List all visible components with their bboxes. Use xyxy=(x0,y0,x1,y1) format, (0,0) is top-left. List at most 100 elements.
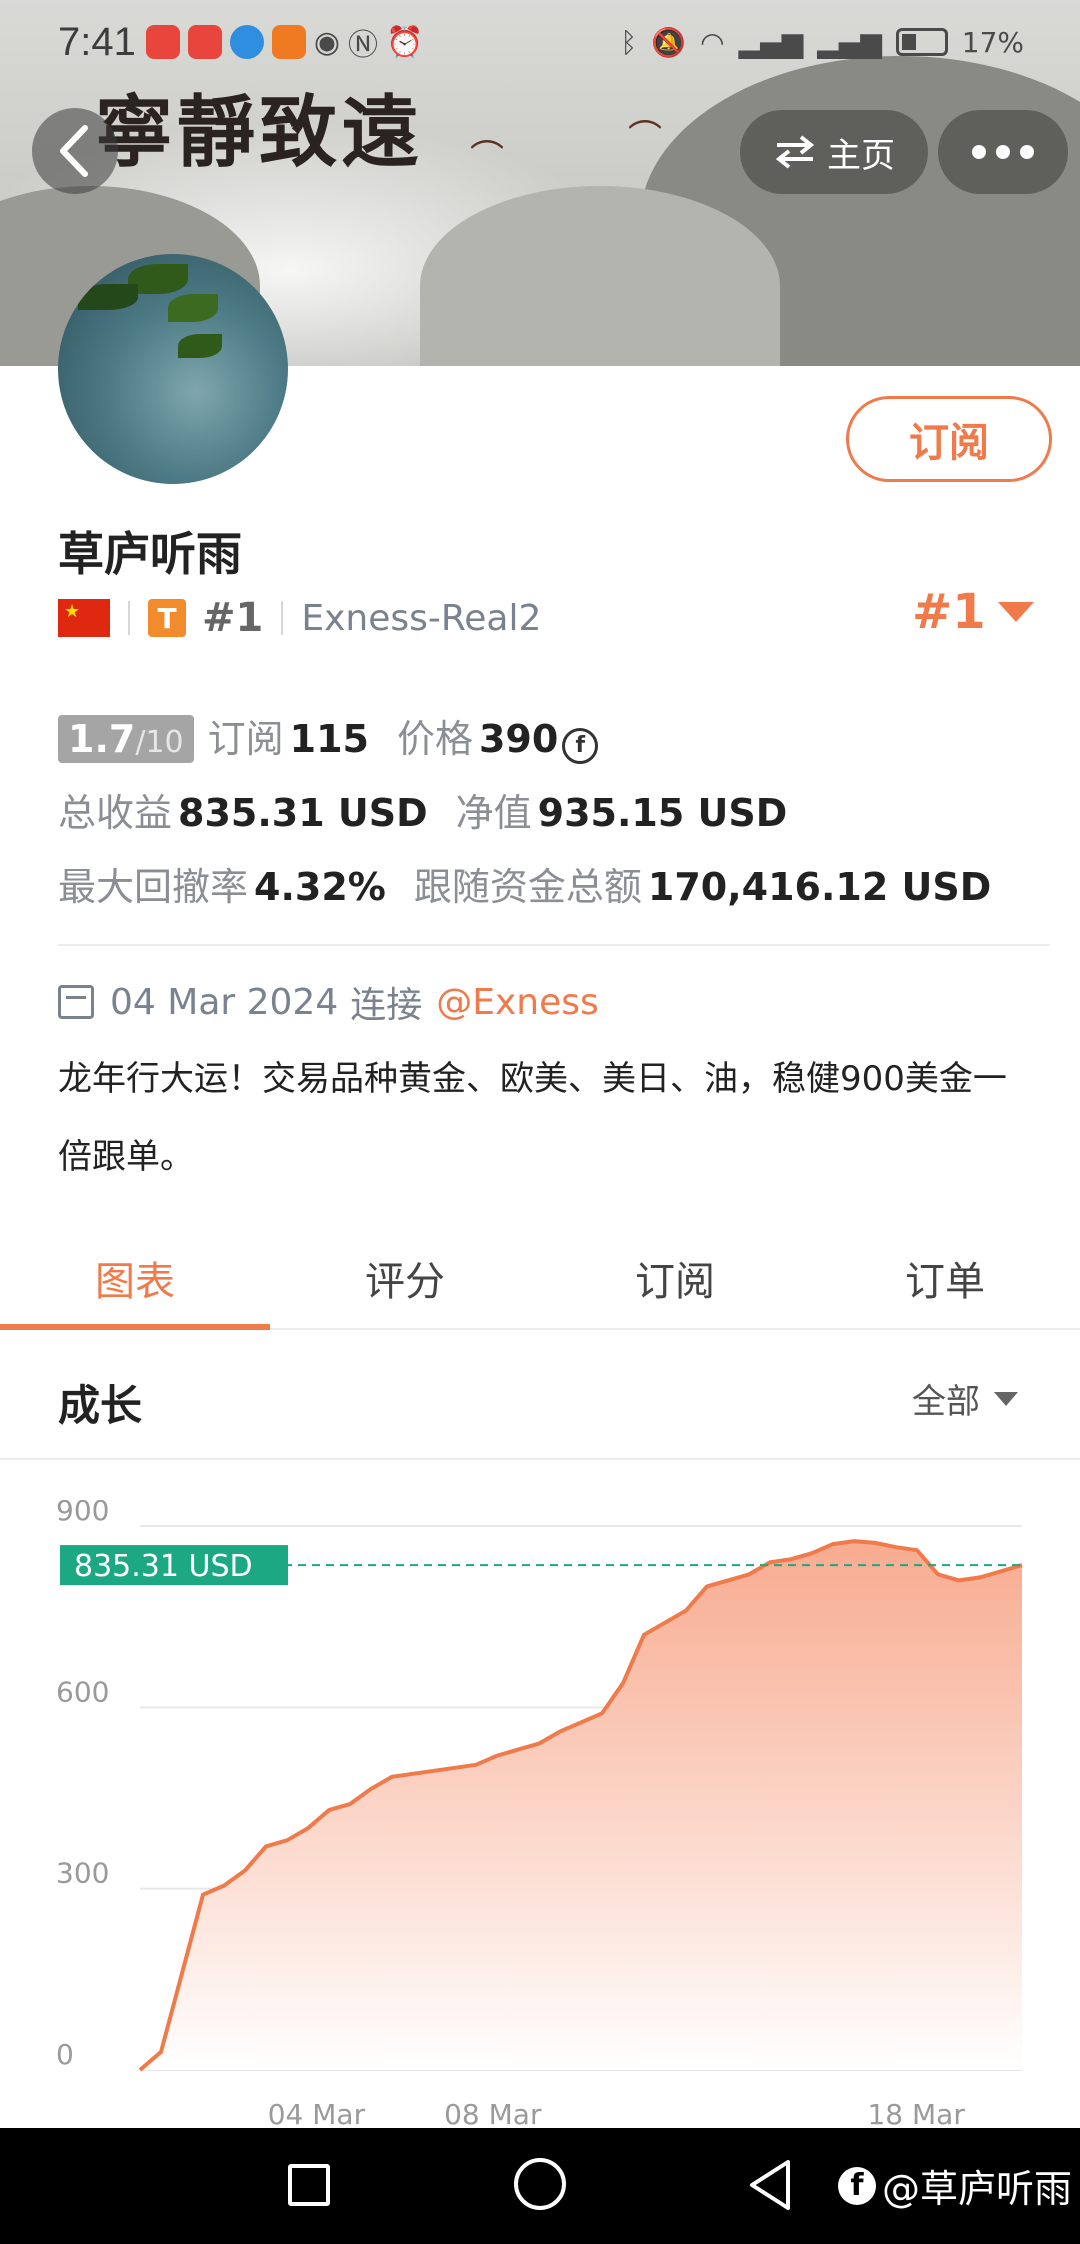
home-nav-button[interactable] xyxy=(514,2158,566,2210)
profile-meta: T #1 Exness-Real2 xyxy=(58,594,541,642)
recent-apps-button[interactable] xyxy=(288,2164,330,2206)
caret-down-icon xyxy=(997,602,1034,622)
huawei-app-icon xyxy=(187,25,222,59)
mute-icon: 🔕 xyxy=(651,25,687,59)
section-divider xyxy=(58,944,1050,946)
score-value: 1.7 xyxy=(68,717,136,761)
stat-line-3: 最大回撤率 4.32% 跟随资金总额 170,416.12 USD xyxy=(58,856,1048,930)
status-time: 7:41 xyxy=(58,19,136,64)
x-tick-label: 04 Mar xyxy=(268,2098,366,2130)
x-tick-label: 08 Mar xyxy=(444,2098,542,2130)
broker-account: Exness-Real2 xyxy=(301,597,542,639)
app-icon xyxy=(271,25,306,59)
watermark-text: @草庐听雨 xyxy=(882,2167,1073,2211)
connect-text: 连接 xyxy=(350,985,423,1026)
status-bar: 7:41 ◉ Ⓝ ⏰ ᛒ 🔕 ◠ ▂▄▆ ▂▄▆ 17% xyxy=(0,0,1080,84)
dot xyxy=(996,145,1010,159)
broker-link[interactable]: @Exness xyxy=(436,982,599,1023)
calendar-icon xyxy=(58,985,94,1019)
battery-percent: 17% xyxy=(961,25,1024,59)
total-profit-value: 835.31 USD xyxy=(178,791,428,835)
current-value-label: 835.31 USD xyxy=(74,1549,253,1584)
max-drawdown-label: 最大回撤率 xyxy=(58,865,249,909)
facebook-icon: f xyxy=(838,2166,876,2205)
signal-icon: ▂▄▆ xyxy=(738,25,804,59)
total-profit-label: 总收益 xyxy=(58,791,173,835)
eye-icon: ◉ xyxy=(313,24,341,60)
home-label: 主页 xyxy=(827,135,895,176)
battery-icon xyxy=(895,28,948,56)
banner-calligraphy: 寧靜致遠 xyxy=(95,87,424,178)
price-label: 价格 xyxy=(396,717,473,761)
price-value: 390 f xyxy=(478,717,599,764)
tab-subscriptions[interactable]: 订阅 xyxy=(540,1228,810,1328)
follow-funds-value: 170,416.12 USD xyxy=(647,865,992,909)
tab-bar: 图表 评分 订阅 订单 xyxy=(0,1228,1080,1330)
stats-block: 1.7/10 订阅 115 价格 390 f 总收益 835.31 USD 净值 … xyxy=(58,708,1048,930)
range-label: 全部 xyxy=(912,1382,980,1422)
huawei-app-icon xyxy=(145,25,180,59)
growth-chart: 0 300 600 900 835.31 USD 04 Mar 08 Mar 18 Mar xyxy=(56,1500,1023,2130)
subscriptions-value: 115 xyxy=(289,717,369,761)
dot xyxy=(1020,145,1034,159)
home-button[interactable]: 主页 xyxy=(740,110,928,194)
subscriptions-label: 订阅 xyxy=(207,717,284,761)
x-tick-label: 18 Mar xyxy=(867,2098,965,2130)
follow-funds-label: 跟随资金总额 xyxy=(413,865,642,909)
divider xyxy=(128,601,130,635)
stat-line-1: 1.7/10 订阅 115 价格 390 f xyxy=(58,708,1048,782)
connect-date: 04 Mar 2024 xyxy=(110,981,339,1023)
y-tick-label: 900 xyxy=(56,1500,109,1527)
growth-area xyxy=(140,1541,1022,2070)
subscribe-button[interactable]: 订阅 xyxy=(846,396,1052,482)
section-divider xyxy=(0,1458,1080,1460)
china-flag-icon xyxy=(58,599,110,637)
range-dropdown[interactable]: 全部 xyxy=(912,1374,1018,1423)
browser-app-icon xyxy=(229,25,264,59)
price-number: 390 xyxy=(478,717,559,761)
y-tick-label: 600 xyxy=(56,1675,109,1708)
rank-small: #1 xyxy=(202,595,264,641)
y-tick-label: 300 xyxy=(56,1857,109,1890)
growth-title: 成长 xyxy=(58,1381,143,1430)
avatar[interactable] xyxy=(58,254,288,484)
alarm-icon: ⏰ xyxy=(386,24,424,60)
back-button[interactable] xyxy=(32,108,118,194)
swap-icon xyxy=(775,135,815,169)
notification-icons xyxy=(145,25,306,59)
tab-orders[interactable]: 订单 xyxy=(810,1228,1080,1328)
back-nav-button[interactable] xyxy=(746,2158,794,2212)
chevron-left-icon xyxy=(60,125,88,177)
trader-badge: T xyxy=(148,599,186,637)
avatar-leaf xyxy=(168,294,218,322)
net-value-value: 935.15 USD xyxy=(537,791,788,835)
dot xyxy=(972,145,986,159)
tab-chart[interactable]: 图表 xyxy=(0,1228,270,1330)
rank-dropdown[interactable]: #1 xyxy=(912,584,1034,640)
system-nav-bar: f @草庐听雨 xyxy=(0,2128,1080,2244)
score-denominator: /10 xyxy=(135,725,184,760)
score-badge: 1.7/10 xyxy=(58,715,194,763)
rank-big: #1 xyxy=(912,584,986,640)
watermark: f @草庐听雨 xyxy=(838,2158,1072,2213)
wifi-icon: ◠ xyxy=(700,25,725,59)
signal-icon: ▂▄▆ xyxy=(817,25,882,59)
avatar-leaf xyxy=(78,284,138,310)
net-value-label: 净值 xyxy=(455,791,532,835)
avatar-leaf xyxy=(178,334,222,358)
bird-icon: ⌒ xyxy=(470,138,504,178)
nfc-icon: Ⓝ xyxy=(348,28,379,63)
bluetooth-icon: ᛒ xyxy=(620,25,638,59)
system-icons: ᛒ 🔕 ◠ ▂▄▆ ▂▄▆ 17% xyxy=(620,26,1024,59)
caret-down-icon xyxy=(994,1391,1018,1406)
coin-icon: f xyxy=(562,727,599,764)
divider xyxy=(281,601,284,635)
tab-rating[interactable]: 评分 xyxy=(270,1228,540,1328)
y-tick-label: 0 xyxy=(56,2038,74,2071)
more-button[interactable] xyxy=(938,110,1068,194)
max-drawdown-value: 4.32% xyxy=(254,865,386,909)
bird-icon: ⌒ xyxy=(628,118,662,158)
strategy-description: 龙年行大运！交易品种黄金、欧美、美日、油，稳健900美金一倍跟单。 xyxy=(58,1059,1007,1177)
profile-name: 草庐听雨 xyxy=(58,527,242,581)
stat-line-2: 总收益 835.31 USD 净值 935.15 USD xyxy=(58,782,1048,856)
